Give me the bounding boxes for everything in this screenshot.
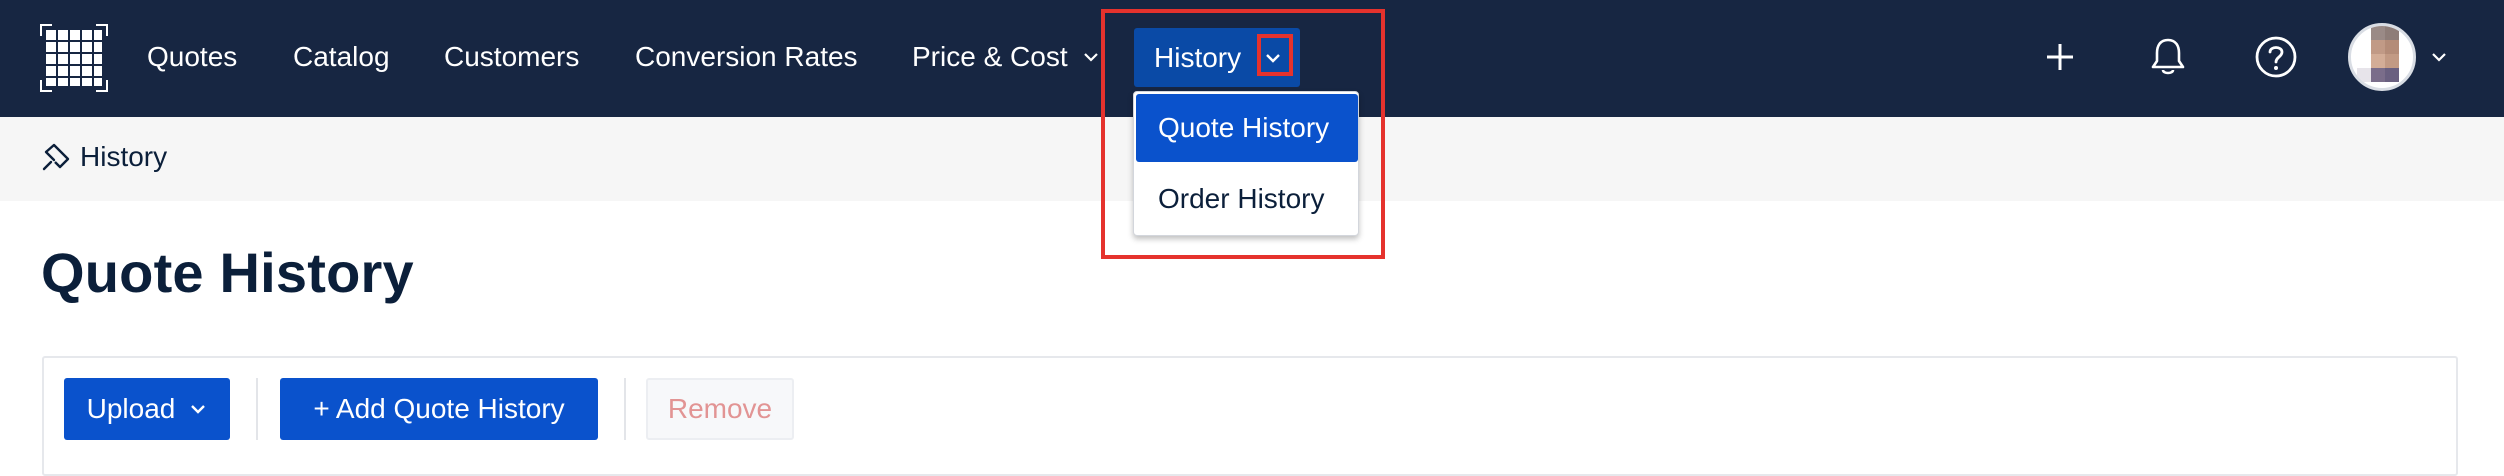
add-button-label: + Add Quote History xyxy=(313,393,565,424)
nav-item-label: Customers xyxy=(444,41,580,72)
menu-item-quote-history[interactable]: Quote History xyxy=(1136,94,1358,162)
history-dropdown-menu: Quote History Order History xyxy=(1133,91,1359,236)
breadcrumb[interactable]: History xyxy=(40,141,167,173)
nav-item-conversion-rates[interactable]: Conversion Rates xyxy=(635,33,858,81)
menu-item-order-history[interactable]: Order History xyxy=(1136,165,1358,233)
remove-button[interactable]: Remove xyxy=(646,378,794,440)
nav-item-quotes[interactable]: Quotes xyxy=(147,33,237,81)
nav-item-customers[interactable]: Customers xyxy=(444,33,579,81)
chevron-down-icon xyxy=(1266,54,1280,63)
chevron-down-icon xyxy=(191,405,206,414)
chevron-down-icon xyxy=(2432,53,2446,62)
question-circle-icon[interactable] xyxy=(2250,31,2302,83)
bell-icon[interactable] xyxy=(2142,31,2194,83)
plus-icon[interactable] xyxy=(2034,31,2086,83)
nav-item-label: History xyxy=(1154,42,1242,73)
upload-button[interactable]: Upload xyxy=(64,378,230,440)
nav-item-price-cost[interactable]: Price & Cost xyxy=(912,33,1100,81)
toolbar: Upload + Add Quote History Remove xyxy=(42,356,2458,476)
page-title: Quote History xyxy=(41,241,414,304)
grid-logo-icon[interactable] xyxy=(40,24,108,92)
nav-item-label: Price & Cost xyxy=(912,41,1068,72)
history-icon xyxy=(42,143,70,171)
breadcrumb-label: History xyxy=(80,141,168,172)
menu-item-label: Order History xyxy=(1158,183,1325,214)
toolbar-divider xyxy=(624,378,626,440)
user-menu[interactable] xyxy=(2348,22,2448,92)
remove-button-label: Remove xyxy=(667,393,773,424)
chevron-down-icon xyxy=(1083,53,1098,62)
nav-item-history[interactable]: History xyxy=(1134,28,1300,87)
avatar xyxy=(2348,23,2416,91)
nav-item-label: Catalog xyxy=(293,41,390,72)
nav-item-catalog[interactable]: Catalog xyxy=(293,33,390,81)
menu-item-label: Quote History xyxy=(1158,112,1330,143)
toolbar-divider xyxy=(256,378,258,440)
upload-button-label: Upload xyxy=(86,393,176,424)
nav-item-label: Quotes xyxy=(147,41,238,72)
history-menu-toggle[interactable] xyxy=(1258,43,1288,73)
add-quote-history-button[interactable]: + Add Quote History xyxy=(280,378,598,440)
nav-item-label: Conversion Rates xyxy=(635,41,858,72)
